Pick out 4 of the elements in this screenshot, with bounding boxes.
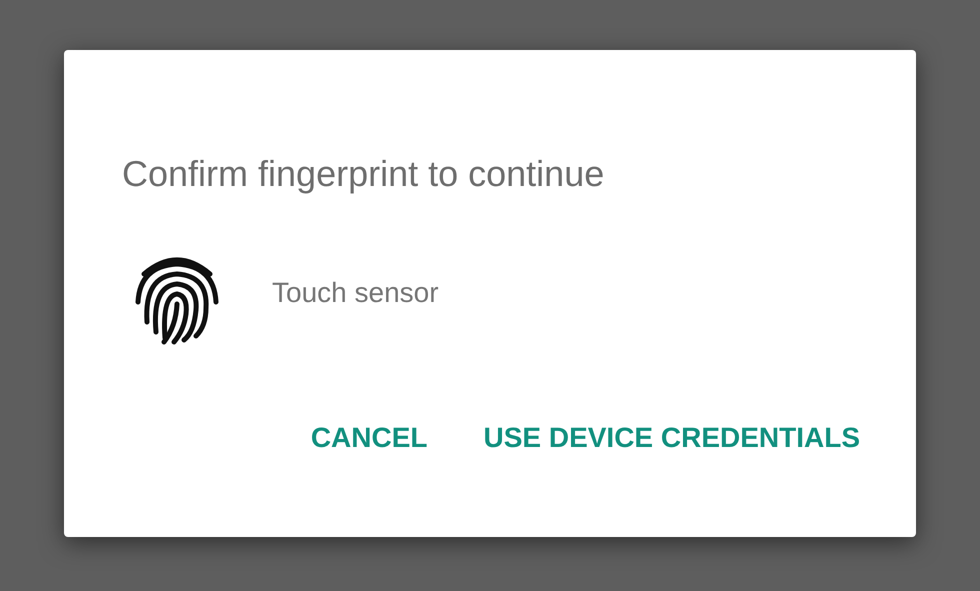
dialog-button[interactable]: CANCEL bbox=[310, 422, 428, 454]
prompt-text: Touch sensor bbox=[272, 277, 439, 309]
dialog-title: Confirm fingerprint to continue bbox=[122, 156, 606, 192]
dialog-button[interactable]: USE DEVICE CREDENTIALS bbox=[484, 422, 860, 454]
